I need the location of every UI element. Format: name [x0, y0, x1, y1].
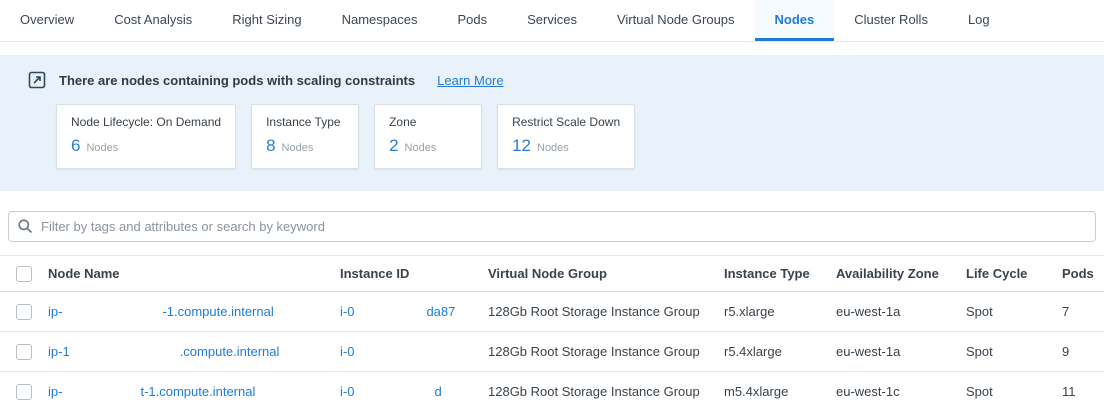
node-name-link[interactable]: ip-1 [48, 344, 70, 359]
search-input[interactable] [8, 211, 1096, 242]
col-life-cycle: Life Cycle [966, 266, 1062, 281]
node-name-link[interactable]: -1.compute.internal [162, 304, 273, 319]
table-row: ip-t-1.compute.internal i-0 d 128Gb Root … [0, 372, 1104, 404]
node-name-link[interactable]: .compute.internal [180, 344, 280, 359]
col-pods: Pods [1062, 266, 1104, 281]
row-checkbox[interactable] [16, 384, 32, 400]
tab-pods[interactable]: Pods [437, 0, 507, 41]
node-name-link[interactable]: ip- [48, 304, 62, 319]
table-row: ip- -1.compute.internal i-0 da87 128Gb Roo… [0, 292, 1104, 332]
card-count: 2 [389, 136, 398, 156]
tab-namespaces[interactable]: Namespaces [322, 0, 438, 41]
card-unit: Nodes [86, 142, 118, 154]
scaling-constraints-banner: There are nodes containing pods with sca… [0, 55, 1104, 191]
tab-cost-analysis[interactable]: Cost Analysis [94, 0, 212, 41]
select-all-checkbox[interactable] [16, 266, 32, 282]
row-checkbox[interactable] [16, 344, 32, 360]
instance-type-cell: m5.4xlarge [724, 384, 836, 399]
pods-cell: 7 [1062, 304, 1104, 319]
row-checkbox[interactable] [16, 304, 32, 320]
tab-right-sizing[interactable]: Right Sizing [212, 0, 321, 41]
banner-message: There are nodes containing pods with sca… [59, 73, 415, 88]
learn-more-link[interactable]: Learn More [437, 73, 503, 88]
availability-zone-cell: eu-west-1c [836, 384, 966, 399]
tab-services[interactable]: Services [507, 0, 597, 41]
card-unit: Nodes [405, 142, 437, 154]
node-name-link[interactable]: ip- [48, 384, 62, 399]
tab-nodes[interactable]: Nodes [755, 0, 835, 41]
life-cycle-cell: Spot [966, 304, 1062, 319]
card-count: 8 [266, 136, 275, 156]
scaling-constraints-icon [28, 71, 46, 89]
instance-id-link[interactable]: i-0 [340, 304, 354, 319]
card-zone[interactable]: Zone 2 Nodes [374, 104, 482, 169]
tab-bar: Overview Cost Analysis Right Sizing Name… [0, 0, 1104, 42]
card-title: Zone [389, 115, 467, 129]
life-cycle-cell: Spot [966, 344, 1062, 359]
card-title: Instance Type [266, 115, 344, 129]
table-row: ip-1 .compute.internal i-0 128Gb Root Sto… [0, 332, 1104, 372]
tab-overview[interactable]: Overview [0, 0, 94, 41]
pods-cell: 11 [1062, 384, 1104, 399]
instance-id-link[interactable]: i-0 [340, 344, 354, 359]
instance-id-link[interactable]: i-0 [340, 384, 354, 399]
col-virtual-node-group: Virtual Node Group [488, 266, 724, 281]
card-node-lifecycle[interactable]: Node Lifecycle: On Demand 6 Nodes [56, 104, 236, 169]
constraint-cards: Node Lifecycle: On Demand 6 Nodes Instan… [56, 104, 1076, 169]
tab-log[interactable]: Log [948, 0, 1010, 41]
card-unit: Nodes [537, 142, 569, 154]
vng-cell: 128Gb Root Storage Instance Group [488, 384, 724, 399]
nodes-table: Node Name Instance ID Virtual Node Group… [0, 255, 1104, 404]
table-header-row: Node Name Instance ID Virtual Node Group… [0, 255, 1104, 292]
node-name-link[interactable]: t-1.compute.internal [140, 384, 255, 399]
instance-id-link[interactable]: d [434, 384, 441, 399]
card-restrict-scale-down[interactable]: Restrict Scale Down 12 Nodes [497, 104, 635, 169]
instance-type-cell: r5.xlarge [724, 304, 836, 319]
card-count: 6 [71, 136, 80, 156]
search-icon [17, 218, 33, 234]
card-unit: Nodes [282, 142, 314, 154]
col-node-name: Node Name [48, 266, 340, 281]
card-count: 12 [512, 136, 531, 156]
pods-cell: 9 [1062, 344, 1104, 359]
card-instance-type[interactable]: Instance Type 8 Nodes [251, 104, 359, 169]
vng-cell: 128Gb Root Storage Instance Group [488, 304, 724, 319]
instance-type-cell: r5.4xlarge [724, 344, 836, 359]
col-availability-zone: Availability Zone [836, 266, 966, 281]
col-instance-id: Instance ID [340, 266, 488, 281]
tab-virtual-node-groups[interactable]: Virtual Node Groups [597, 0, 755, 41]
vng-cell: 128Gb Root Storage Instance Group [488, 344, 724, 359]
instance-id-link[interactable]: da87 [426, 304, 455, 319]
life-cycle-cell: Spot [966, 384, 1062, 399]
col-instance-type: Instance Type [724, 266, 836, 281]
filter-bar [8, 211, 1096, 242]
availability-zone-cell: eu-west-1a [836, 344, 966, 359]
card-title: Restrict Scale Down [512, 115, 620, 129]
card-title: Node Lifecycle: On Demand [71, 115, 221, 129]
availability-zone-cell: eu-west-1a [836, 304, 966, 319]
tab-cluster-rolls[interactable]: Cluster Rolls [834, 0, 948, 41]
